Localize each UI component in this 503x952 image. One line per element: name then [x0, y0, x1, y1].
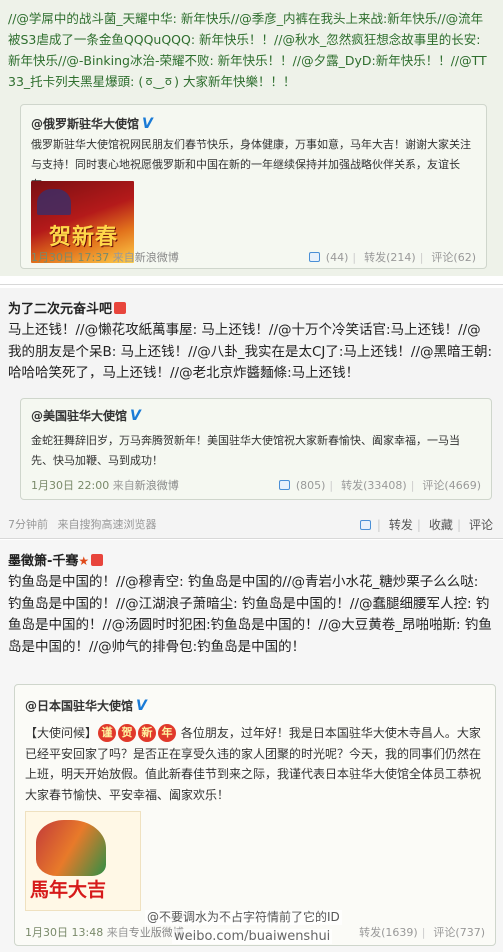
greeting-tag: 谨 — [98, 724, 117, 742]
quoted-author[interactable]: @俄罗斯驻华大使馆 V — [31, 115, 153, 132]
post-date[interactable]: 1月30日 17:37 — [31, 251, 109, 264]
favorite-button[interactable]: 收藏 — [429, 518, 453, 532]
quoted-post: @俄罗斯驻华大使馆 V 俄罗斯驻华大使馆祝网民朋友们春节快乐，身体健康，万事如意，… — [20, 104, 487, 269]
divider — [0, 538, 503, 539]
quoted-text-prefix: 【大使问候】 — [25, 726, 98, 740]
verified-icon: V — [130, 408, 141, 424]
author-name[interactable]: 墨徵箫-千骞 — [8, 554, 78, 569]
post-date[interactable]: 1月30日 22:00 — [31, 479, 109, 492]
divider — [0, 284, 503, 285]
post-author[interactable]: 墨徵箫-千骞★ — [8, 550, 104, 569]
comment-link[interactable]: 评论(737) — [433, 926, 485, 939]
watermark-user: @不要调水为不占字符情前了它的ID — [145, 910, 342, 925]
source-prefix: 来自 — [112, 479, 135, 492]
like-icon[interactable] — [308, 252, 320, 262]
quoted-post: @美国驻华大使馆 V 金蛇狂舞辞旧岁，万马奔腾贺新年！美国驻华大使馆祝大家新春愉快… — [20, 398, 492, 500]
author-name[interactable]: 为了二次元奋斗吧 — [8, 302, 112, 317]
weibo-post-3: 墨徵箫-千骞★ 钓鱼岛是中国的！//@穆青空: 钓鱼岛是中国的//@青岩小水花_… — [0, 540, 503, 952]
repost-button[interactable]: 转发 — [389, 518, 413, 532]
weibo-post-2: 为了二次元奋斗吧 马上还钱！//@懒花攻紙萬事屋: 马上还钱！//@十万个冷笑话… — [0, 288, 503, 538]
verified-icon: V — [142, 116, 153, 132]
greeting-tag: 新 — [138, 724, 157, 742]
repost-link[interactable]: 转发(33408) — [341, 479, 407, 492]
post-text: 钓鱼岛是中国的！//@穆青空: 钓鱼岛是中国的//@青岩小水花_糖炒栗子么么哒:… — [8, 574, 492, 655]
source-prefix: 来自 — [106, 926, 129, 939]
like-icon[interactable] — [278, 480, 290, 490]
source-link[interactable]: 新浪微博 — [135, 479, 179, 492]
quoted-meta: 1月30日 17:37 来自新浪微博 (44) | 转发(214) | 评论(62) — [31, 251, 476, 264]
comment-button[interactable]: 评论 — [469, 518, 493, 532]
star-icon: ★ — [78, 554, 90, 568]
member-badge-icon — [114, 302, 127, 314]
like-icon[interactable] — [359, 520, 371, 530]
source-prefix: 来自 — [112, 251, 135, 264]
quoted-author[interactable]: @美国驻华大使馆 V — [31, 407, 141, 424]
like-count[interactable]: (805) — [296, 479, 326, 492]
post-text: //@学屌中的战斗菌_天耀中华: 新年快乐//@季彦_内裤在我头上来战:新年快乐… — [8, 11, 487, 89]
quoted-text: 【大使问候】谨贺新年 各位朋友，过年好！我是日本国驻华大使木寺昌人。大家已经平安… — [25, 723, 485, 805]
quoted-author-name[interactable]: @俄罗斯驻华大使馆 — [31, 117, 139, 131]
quoted-author[interactable]: @日本国驻华大使馆 V — [25, 697, 147, 714]
kremlin-dome-icon — [37, 189, 71, 215]
watermark-url: weibo.com/buaiwenshui — [172, 929, 333, 944]
comment-link[interactable]: 评论(62) — [431, 251, 476, 264]
post-author[interactable]: 为了二次元奋斗吧 — [8, 298, 127, 317]
greeting-tag: 贺 — [118, 724, 137, 742]
member-badge-icon — [91, 554, 104, 566]
repost-link[interactable]: 转发(1639) — [359, 926, 418, 939]
quoted-author-name[interactable]: @日本国驻华大使馆 — [25, 699, 133, 713]
like-count[interactable]: (44) — [326, 251, 349, 264]
post-actions: | 转发 | 收藏 | 评论 — [356, 516, 493, 533]
quoted-text: 金蛇狂舞辞旧岁，万马奔腾贺新年！美国驻华大使馆祝大家新春愉快、阖家幸福，一马当先… — [31, 434, 460, 467]
horse-icon — [36, 820, 106, 876]
image-caption: 贺新春 — [49, 224, 119, 250]
post-client[interactable]: 来自搜狗高速浏览器 — [58, 518, 157, 531]
quoted-post: @日本国驻华大使馆 V 【大使问候】谨贺新年 各位朋友，过年好！我是日本国驻华大使… — [14, 684, 496, 946]
repost-link[interactable]: 转发(214) — [364, 251, 416, 264]
quoted-author-name[interactable]: @美国驻华大使馆 — [31, 409, 127, 423]
post-time[interactable]: 7分钟前 — [8, 518, 48, 531]
greeting-tag: 年 — [158, 724, 177, 742]
comment-link[interactable]: 评论(4669) — [422, 479, 481, 492]
post-text: 马上还钱！//@懒花攻紙萬事屋: 马上还钱！//@十万个冷笑话官:马上还钱！//… — [8, 322, 493, 381]
post-date[interactable]: 1月30日 13:48 — [25, 926, 103, 939]
quoted-meta: 1月30日 22:00 来自新浪微博 (805) | 转发(33408) | 评论(46… — [31, 479, 481, 492]
source-link[interactable]: 新浪微博 — [135, 251, 179, 264]
verified-icon: V — [136, 698, 147, 714]
post-image[interactable]: 馬年大吉 — [25, 811, 141, 911]
image-caption: 馬年大吉 — [30, 879, 107, 901]
weibo-post-1: //@学屌中的战斗菌_天耀中华: 新年快乐//@季彦_内裤在我头上来战:新年快乐… — [0, 0, 503, 276]
